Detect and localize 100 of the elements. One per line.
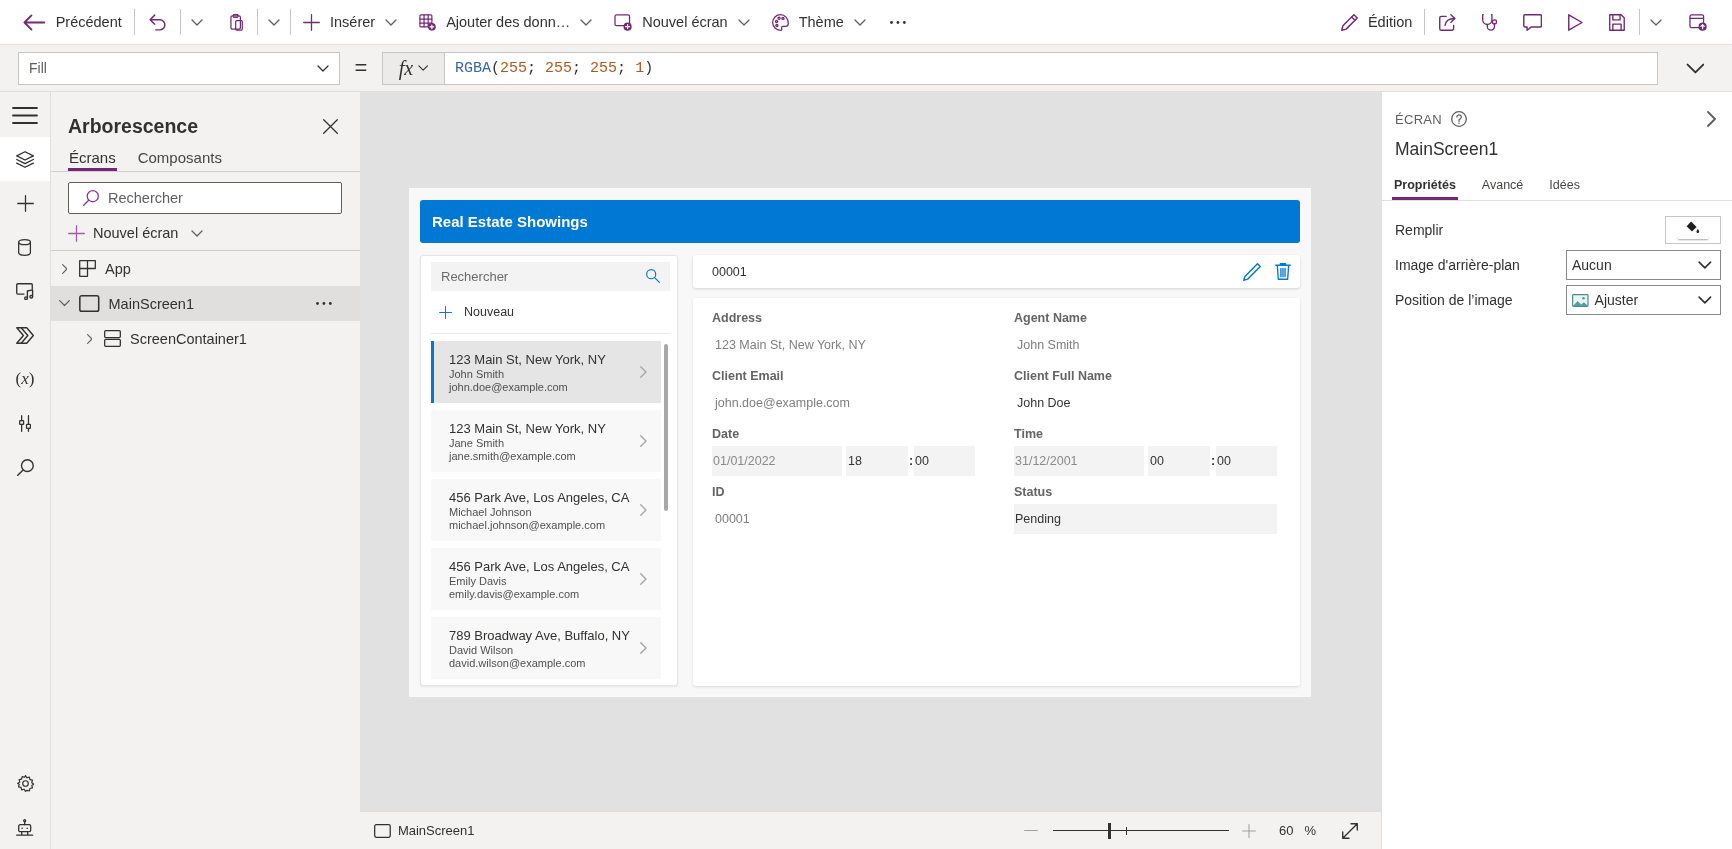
more-icon — [889, 20, 906, 24]
caret-icon — [418, 65, 429, 71]
fullscreen-button[interactable] — [1342, 822, 1358, 839]
hour-field[interactable]: 00 — [1148, 446, 1210, 476]
chevron-right-icon[interactable] — [86, 333, 93, 344]
plus-icon — [303, 13, 320, 31]
tab[interactable]: Composants — [136, 144, 223, 171]
insert-button[interactable]: Insérer — [295, 6, 406, 38]
header-bar: Real Estate Showings — [420, 200, 1300, 243]
settings-icon — [16, 774, 34, 792]
list-item[interactable]: 456 Park Ave, Los Angeles, CA Emily Davis emily.davis@example.com — [431, 548, 661, 610]
new-screen-button[interactable]: Nouvel écran — [606, 6, 758, 38]
tab[interactable]: Idées — [1547, 170, 1582, 200]
share-icon — [1439, 13, 1456, 31]
chevron-right-icon — [640, 435, 647, 447]
delete-button[interactable] — [1275, 263, 1291, 280]
tree-item[interactable]: App — [51, 251, 360, 286]
list-item[interactable]: 789 Broadway Ave, Buffalo, NY David Wilson david.wilson@example.com — [431, 617, 661, 679]
tree-item[interactable]: ScreenContainer1 — [51, 321, 360, 356]
hour-field[interactable]: 18 — [846, 446, 908, 476]
expand-icon — [1342, 822, 1358, 839]
screen-icon — [374, 823, 391, 838]
color-picker-button[interactable] — [1665, 216, 1721, 244]
dropdown[interactable]: Ajuster — [1566, 285, 1721, 315]
play-icon — [1568, 13, 1584, 31]
field-label: Agent Name — [1014, 310, 1087, 327]
chevron-down-icon[interactable] — [59, 300, 70, 307]
search-field[interactable]: Rechercher — [431, 262, 670, 291]
screen-icon — [79, 295, 100, 312]
field-value: 00001 — [714, 511, 750, 528]
screen-name: MainScreen1 — [397, 823, 475, 838]
caret-icon — [190, 18, 203, 26]
field-label: Time — [1014, 426, 1043, 443]
container-icon — [104, 330, 121, 347]
property-label: Position de l’image — [1395, 292, 1513, 308]
panel-title: Arborescence — [68, 114, 199, 138]
close-icon — [323, 118, 338, 134]
caret-icon — [1650, 18, 1663, 26]
minute-field[interactable]: 00 — [914, 446, 975, 476]
theme-button[interactable]: Thème — [763, 6, 874, 38]
chevron-right-icon — [1707, 111, 1716, 127]
stethoscope-icon — [1481, 13, 1498, 31]
tree-view-button[interactable] — [0, 137, 50, 181]
field-value: John Smith — [1016, 337, 1080, 354]
search-field[interactable]: Rechercher — [68, 182, 342, 214]
time-separator: : — [1210, 454, 1216, 468]
window-plus-icon — [614, 13, 633, 31]
list-item[interactable]: 456 Park Ave, Los Angeles, CA Michael Johnson michael.johnson@example.com — [431, 479, 661, 541]
field-label: ID — [712, 484, 725, 501]
monitor-music-icon — [16, 282, 34, 300]
chevron-right-icon — [640, 504, 647, 516]
equals-sign: = — [353, 55, 369, 81]
double-chevron-icon — [15, 326, 35, 344]
plus-icon — [16, 194, 34, 212]
plus-icon — [1241, 823, 1256, 838]
input-field[interactable]: Pending — [1014, 504, 1277, 534]
variables-button[interactable]: (x) — [0, 357, 50, 401]
property-dropdown[interactable]: Fill — [18, 51, 340, 85]
minute-field[interactable]: 00 — [1216, 446, 1277, 476]
window-upload-icon — [1689, 13, 1707, 31]
clipboard-icon — [229, 13, 243, 31]
list-item[interactable]: 123 Main St, New York, NY John Smith john.doe@example.com — [431, 341, 661, 403]
new-button[interactable]: Nouveau — [431, 291, 515, 333]
arrow-left-icon — [23, 13, 46, 31]
edit-button[interactable]: Édition — [1332, 6, 1421, 38]
paint-bucket-icon — [1686, 221, 1700, 234]
function-button[interactable]: fx — [382, 51, 445, 85]
comment-icon — [1523, 13, 1543, 31]
plus-icon — [439, 305, 452, 319]
table-plus-icon — [419, 13, 437, 31]
new-screen-button[interactable]: Nouvel écran — [68, 220, 204, 246]
list-item[interactable]: 123 Main St, New York, NY Jane Smith jane.smith@example.com — [431, 410, 661, 472]
formula-input[interactable]: RGBA(255; 255; 255; 1) — [445, 51, 1658, 85]
collapse-button[interactable] — [1707, 111, 1716, 127]
tab[interactable]: Propriétés — [1392, 170, 1458, 200]
field-label: Status — [1014, 484, 1053, 501]
search-icon — [16, 458, 34, 476]
zoom-value: 60 — [1278, 823, 1294, 838]
tab[interactable]: Avancé — [1479, 170, 1526, 200]
tab[interactable]: Écrans — [68, 144, 117, 171]
chevron-right-icon — [640, 366, 647, 378]
layers-icon — [16, 150, 34, 168]
close-button[interactable] — [321, 116, 340, 136]
database-icon — [18, 238, 32, 256]
menu-icon — [12, 106, 38, 124]
chevron-right-icon — [640, 573, 647, 585]
dropdown[interactable]: Aucun — [1566, 250, 1721, 280]
chevron-right-icon — [640, 642, 647, 654]
app-grid-icon — [79, 260, 96, 277]
more-icon[interactable] — [316, 302, 332, 305]
tree-item[interactable]: MainScreen1 — [51, 286, 360, 321]
chevron-down-icon — [1698, 296, 1712, 304]
add-data-button[interactable]: Ajouter des donn… — [411, 6, 601, 38]
help-icon[interactable] — [1451, 111, 1467, 127]
slider-thumb[interactable] — [1108, 822, 1112, 839]
back-button[interactable]: Précédent — [15, 6, 130, 38]
scrollbar[interactable] — [664, 344, 668, 511]
section-label: ÉCRAN — [1395, 111, 1442, 127]
chevron-right-icon[interactable] — [61, 263, 68, 274]
edit-button[interactable] — [1243, 262, 1262, 281]
